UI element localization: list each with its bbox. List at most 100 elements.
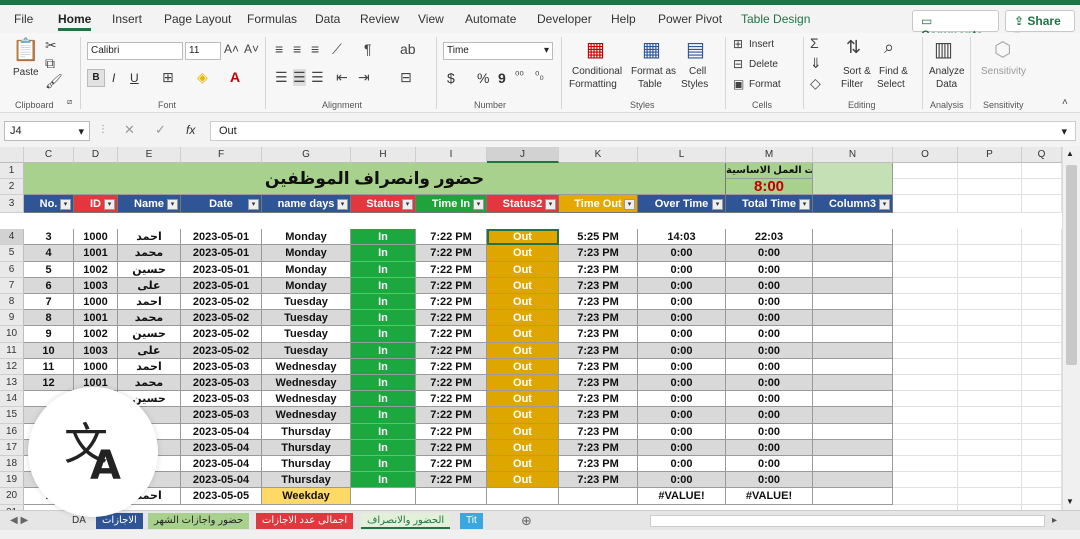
table-cell[interactable]: 0:00 [638, 391, 726, 408]
insert-cells-icon[interactable]: ⊞ [733, 37, 743, 51]
table-cell[interactable]: 0:00 [726, 245, 813, 262]
empty-cell[interactable] [893, 245, 958, 262]
table-cell[interactable]: 7:22 PM [416, 294, 487, 311]
sort-filter-button[interactable]: Sort & [843, 66, 871, 77]
table-header-cell[interactable]: Status ▾ [351, 195, 416, 213]
table-cell[interactable]: In [351, 294, 416, 311]
table-cell[interactable]: 0:00 [726, 358, 813, 375]
table-cell[interactable]: 2023-05-04 [181, 472, 262, 489]
empty-cell[interactable] [893, 179, 958, 195]
table-cell[interactable]: 2023-05-05 [181, 488, 262, 505]
conditional-formatting-icon[interactable]: ▦ [586, 37, 605, 62]
number-format-select[interactable]: Time ▾ [443, 42, 553, 60]
paste-label[interactable]: Paste [13, 67, 39, 78]
column-header[interactable]: G [262, 147, 351, 163]
horizontal-scrollbar[interactable] [650, 515, 1045, 527]
table-cell[interactable] [813, 229, 893, 246]
table-cell[interactable]: 7:23 PM [559, 294, 638, 311]
table-cell[interactable]: 2023-05-04 [181, 456, 262, 473]
table-cell[interactable]: Out [487, 342, 559, 359]
table-cell[interactable]: 0:00 [638, 456, 726, 473]
table-cell[interactable]: 7:22 PM [416, 358, 487, 375]
empty-cell[interactable] [958, 456, 1022, 473]
insert-function-icon[interactable]: fx [186, 123, 195, 137]
empty-cell[interactable] [893, 229, 958, 246]
empty-cell[interactable] [958, 179, 1022, 195]
table-cell[interactable]: In [351, 375, 416, 392]
table-cell[interactable]: Weekday [262, 488, 351, 505]
filter-dropdown-icon[interactable]: ▾ [337, 199, 348, 210]
empty-cell[interactable] [1022, 195, 1062, 213]
column-header[interactable]: D [74, 147, 118, 163]
empty-cell[interactable] [958, 245, 1022, 262]
table-cell[interactable]: 0:00 [638, 358, 726, 375]
row-header[interactable]: 11 [0, 342, 24, 359]
tab-data[interactable]: Data [315, 12, 340, 26]
paste-icon[interactable]: 📋 [12, 37, 39, 63]
table-cell[interactable]: 0:00 [726, 472, 813, 489]
empty-cell[interactable] [1022, 407, 1062, 424]
table-header-cell[interactable]: No. ▾ [24, 195, 74, 213]
table-cell[interactable]: Monday [262, 277, 351, 294]
table-cell[interactable]: 0:00 [638, 472, 726, 489]
empty-cell[interactable] [1022, 310, 1062, 327]
row-header[interactable]: 17 [0, 439, 24, 456]
table-cell[interactable]: 2023-05-02 [181, 342, 262, 359]
column-header[interactable]: J [487, 147, 559, 163]
empty-cell[interactable] [893, 294, 958, 311]
filter-dropdown-icon[interactable]: ▾ [167, 199, 178, 210]
table-cell[interactable]: Wednesday [262, 358, 351, 375]
empty-cell[interactable] [893, 163, 958, 179]
table-cell[interactable]: 7:23 PM [559, 310, 638, 327]
table-header-cell[interactable]: name days ▾ [262, 195, 351, 213]
empty-cell[interactable] [958, 375, 1022, 392]
table-cell[interactable]: 7 [24, 294, 74, 311]
empty-cell[interactable] [893, 456, 958, 473]
column-header[interactable]: N [813, 147, 893, 163]
percent-button[interactable]: % [477, 70, 489, 86]
empty-cell[interactable] [893, 326, 958, 343]
table-cell[interactable]: Tuesday [262, 326, 351, 343]
row-header[interactable]: 6 [0, 261, 24, 278]
table-cell[interactable]: 2023-05-01 [181, 245, 262, 262]
row-header[interactable]: 3 [0, 195, 24, 213]
table-cell[interactable]: Out [487, 423, 559, 440]
table-cell[interactable]: 10 [24, 342, 74, 359]
cell-styles-button[interactable]: Cell [689, 66, 706, 77]
column-header[interactable]: P [958, 147, 1022, 163]
table-cell[interactable]: 4 [24, 245, 74, 262]
table-cell[interactable]: Out [487, 326, 559, 343]
table-cell[interactable]: Thursday [262, 423, 351, 440]
table-cell[interactable]: Tuesday [262, 294, 351, 311]
table-cell[interactable]: Out [487, 261, 559, 278]
table-cell[interactable]: In [351, 229, 416, 246]
row-header[interactable]: 14 [0, 391, 24, 408]
table-cell[interactable]: Thursday [262, 439, 351, 456]
italic-button[interactable]: I [112, 71, 115, 85]
empty-cell[interactable] [958, 358, 1022, 375]
add-sheet-icon[interactable]: ⊕ [515, 511, 538, 528]
borders-icon[interactable]: ⊞ [162, 69, 174, 86]
table-cell[interactable]: 0:00 [638, 407, 726, 424]
table-cell[interactable]: In [351, 358, 416, 375]
column-header[interactable]: Q [1022, 147, 1062, 163]
vertical-scrollbar[interactable]: ▲ ▼ [1062, 147, 1080, 510]
rtl-icon[interactable]: ¶ [364, 41, 372, 57]
empty-cell[interactable] [958, 439, 1022, 456]
table-cell[interactable]: 7:22 PM [416, 229, 487, 246]
column-header[interactable]: I [416, 147, 487, 163]
table-cell[interactable]: 2023-05-03 [181, 391, 262, 408]
table-cell[interactable]: 7:22 PM [416, 277, 487, 294]
table-header-cell[interactable]: ID ▾ [74, 195, 118, 213]
column-header[interactable]: L [638, 147, 726, 163]
table-cell[interactable]: Out [487, 277, 559, 294]
empty-cell[interactable] [1022, 358, 1062, 375]
table-cell[interactable]: In [351, 391, 416, 408]
table-cell[interactable] [813, 310, 893, 327]
worksheet-grid[interactable]: C D E F G H I J K L M N O P Q 1 2 3 4 5 6 7 8 9 10 11 12 13 14 15 16 17… [0, 147, 1062, 510]
column-header[interactable]: E [118, 147, 181, 163]
comma-button[interactable]: 9 [498, 70, 506, 86]
filter-dropdown-icon[interactable]: ▾ [60, 199, 71, 210]
table-cell[interactable]: 7:23 PM [559, 326, 638, 343]
table-cell[interactable]: In [351, 342, 416, 359]
